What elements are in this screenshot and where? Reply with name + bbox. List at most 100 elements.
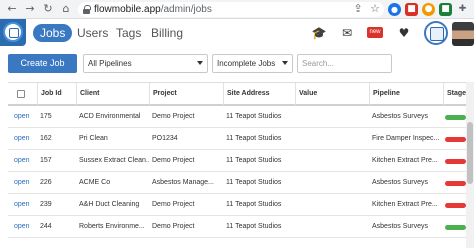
app-header: Jobs Users Tags Billing 🎓 ✉ new ♥ (0, 19, 474, 48)
column-header-pipeline[interactable]: Pipeline (369, 83, 443, 105)
site-address-cell: 11 Teapot Studios (226, 135, 282, 142)
site-address-cell: 11 Teapot Studios (226, 223, 282, 230)
open-link[interactable]: open (11, 216, 37, 237)
url-path: /admin/jobs (160, 4, 212, 15)
site-address-cell: 11 Teapot Studios (226, 113, 282, 120)
table-row[interactable]: open 226 ACME Co Asbestos Manage... 11 Teapo… (8, 172, 466, 194)
url-bar[interactable]: flowmobile.app/admin/jobs (78, 2, 384, 17)
project-cell: Demo Project (152, 201, 195, 208)
forward-icon[interactable]: → (24, 3, 36, 15)
user-avatar[interactable] (452, 22, 474, 46)
lock-icon (83, 5, 91, 14)
chevron-down-icon (197, 61, 203, 65)
heart-icon[interactable]: ♥ (395, 24, 413, 42)
app-logo[interactable] (0, 19, 26, 46)
open-link[interactable]: open (11, 172, 37, 193)
jobs-table: Job Id Client Project Site Address Value… (0, 82, 474, 248)
client-cell: Pri Clean (79, 135, 108, 142)
project-cell: Demo Project (152, 157, 195, 164)
job-id-cell: 239 (40, 201, 52, 208)
client-cell: ACME Co (79, 179, 111, 186)
stage-indicator (445, 137, 466, 142)
table-row[interactable]: open 157 Sussex Extract Clean... Demo Proje… (8, 150, 466, 172)
pipeline-cell: Asbestos Surveys (372, 179, 429, 186)
site-address-cell: 11 Teapot Studios (226, 201, 282, 208)
job-id-cell: 162 (40, 135, 52, 142)
stage-indicator (445, 159, 466, 164)
open-link[interactable]: open (11, 128, 37, 149)
select-all-checkbox[interactable] (17, 90, 25, 98)
graduation-cap-icon[interactable]: 🎓 (310, 24, 328, 42)
workspace-switcher[interactable] (424, 21, 448, 45)
stage-indicator (445, 203, 466, 208)
pipeline-cell: Asbestos Surveys (372, 113, 429, 120)
site-address-cell: 11 Teapot Studios (226, 179, 282, 186)
value-cell (295, 216, 369, 237)
client-cell: Sussex Extract Clean... (79, 157, 149, 164)
open-link[interactable]: open (11, 150, 37, 171)
column-header-site-address[interactable]: Site Address (223, 83, 295, 105)
tab-jobs[interactable]: Jobs (33, 24, 73, 42)
open-link[interactable]: open (11, 106, 37, 127)
column-header-client[interactable]: Client (76, 83, 149, 105)
extension-green-icon[interactable]: ■ (439, 3, 452, 16)
table-row[interactable]: open 162 Pri Clean PO1234 11 Teapot Studios F… (8, 128, 466, 150)
logo-icon (3, 22, 23, 42)
value-cell (295, 194, 369, 215)
tab-billing[interactable]: Billing (144, 24, 190, 42)
url-text: flowmobile.app/admin/jobs (94, 3, 212, 16)
url-host: flowmobile.app (94, 4, 161, 15)
open-link[interactable]: open (11, 194, 37, 215)
site-address-cell: 11 Teapot Studios (226, 157, 282, 164)
project-cell: Demo Project (152, 113, 195, 120)
job-id-cell: 175 (40, 113, 52, 120)
new-badge[interactable]: new (367, 27, 383, 38)
pipeline-cell: Kitchen Extract Pre... (372, 201, 438, 208)
column-header-stages[interactable]: Stages (443, 83, 466, 105)
column-header-value[interactable]: Value (295, 83, 369, 105)
stage-indicator (445, 181, 466, 186)
job-id-cell: 244 (40, 223, 52, 230)
bookmark-star-icon[interactable]: ☆ (369, 3, 381, 15)
status-filter-value: Incomplete Jobs (217, 59, 276, 68)
jobs-toolbar: Create Job All Pipelines Incomplete Jobs… (0, 48, 474, 82)
project-cell: Asbestos Manage... (152, 179, 214, 186)
extensions-puzzle-icon[interactable]: ✚ (456, 3, 469, 16)
search-input[interactable]: Search... (297, 54, 392, 73)
home-icon[interactable]: ⌂ (60, 3, 72, 15)
table-header: Job Id Client Project Site Address Value… (8, 82, 466, 106)
reload-icon[interactable]: ↻ (42, 3, 54, 15)
job-id-cell: 226 (40, 179, 52, 186)
pipeline-filter-select[interactable]: All Pipelines (83, 54, 208, 73)
browser-address-bar: ← → ↻ ⌂ flowmobile.app/admin/jobs ⇪ ☆ ● … (0, 0, 474, 19)
extension-red-icon[interactable]: ■ (405, 3, 418, 16)
stage-indicator (445, 115, 466, 120)
column-header-project[interactable]: Project (149, 83, 223, 105)
job-id-cell: 157 (40, 157, 52, 164)
pipeline-cell: Fire Damper Inspec... (372, 135, 440, 142)
pipeline-cell: Kitchen Extract Pre... (372, 157, 438, 164)
client-cell: Roberts Environme... (79, 223, 145, 230)
pipeline-filter-value: All Pipelines (88, 59, 132, 68)
column-header-job-id[interactable]: Job Id (37, 83, 76, 105)
scrollbar-thumb[interactable] (467, 122, 473, 184)
client-cell: A&H Duct Cleaning (79, 201, 140, 208)
project-cell: Demo Project (152, 223, 195, 230)
tab-tags[interactable]: Tags (109, 24, 148, 42)
project-cell: PO1234 (152, 135, 178, 142)
value-cell (295, 128, 369, 149)
select-all-header (8, 83, 37, 105)
client-cell: ACD Environmental (79, 113, 141, 120)
value-cell (295, 150, 369, 171)
table-row[interactable]: open 244 Roberts Environme... Demo Project 1… (8, 216, 466, 238)
back-icon[interactable]: ← (6, 3, 18, 15)
extension-blue-icon[interactable]: ● (388, 3, 401, 16)
status-filter-select[interactable]: Incomplete Jobs (212, 54, 293, 73)
extension-orange-icon[interactable]: ● (422, 3, 435, 16)
share-icon[interactable]: ⇪ (352, 3, 364, 15)
value-cell (295, 106, 369, 127)
create-job-button[interactable]: Create Job (8, 54, 77, 73)
table-row[interactable]: open 175 ACD Environmental Demo Project 11 T… (8, 106, 466, 128)
table-row[interactable]: open 239 A&H Duct Cleaning Demo Project 11 T… (8, 194, 466, 216)
envelope-icon[interactable]: ✉ (338, 24, 356, 42)
